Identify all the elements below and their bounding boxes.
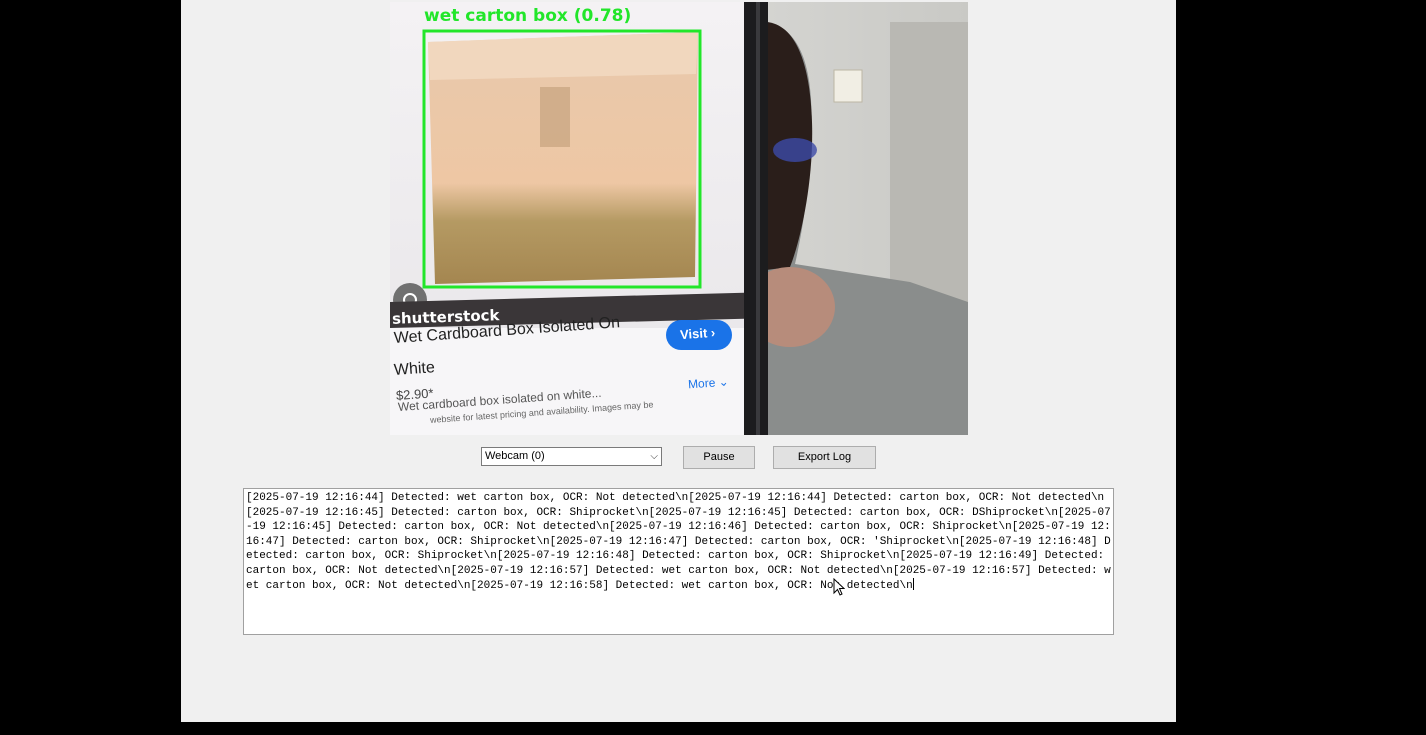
visit-label: Visit › <box>679 324 716 343</box>
source-select[interactable]: Webcam (0) ⌵ <box>481 447 662 466</box>
log-text: [2025-07-19 12:16:44] Detected: wet cart… <box>246 492 1111 592</box>
product-title-line2: White <box>393 359 436 379</box>
video-feed: wet carton box (0.78) shutterstock Visit… <box>390 2 968 435</box>
text-caret <box>912 578 914 590</box>
more-label: More ⌄ <box>687 374 730 392</box>
export-log-button[interactable]: Export Log <box>773 446 876 469</box>
app-window: wet carton box (0.78) shutterstock Visit… <box>181 0 1176 722</box>
detection-label: wet carton box (0.78) <box>424 6 632 26</box>
pause-button[interactable]: Pause <box>683 446 755 469</box>
mouse-cursor-icon <box>833 578 845 596</box>
chevron-down-icon: ⌵ <box>650 451 658 462</box>
detection-log-textarea[interactable]: [2025-07-19 12:16:44] Detected: wet cart… <box>243 488 1114 635</box>
source-select-value: Webcam (0) <box>485 450 545 462</box>
controls-bar: Webcam (0) ⌵ Pause Export Log <box>481 446 881 470</box>
